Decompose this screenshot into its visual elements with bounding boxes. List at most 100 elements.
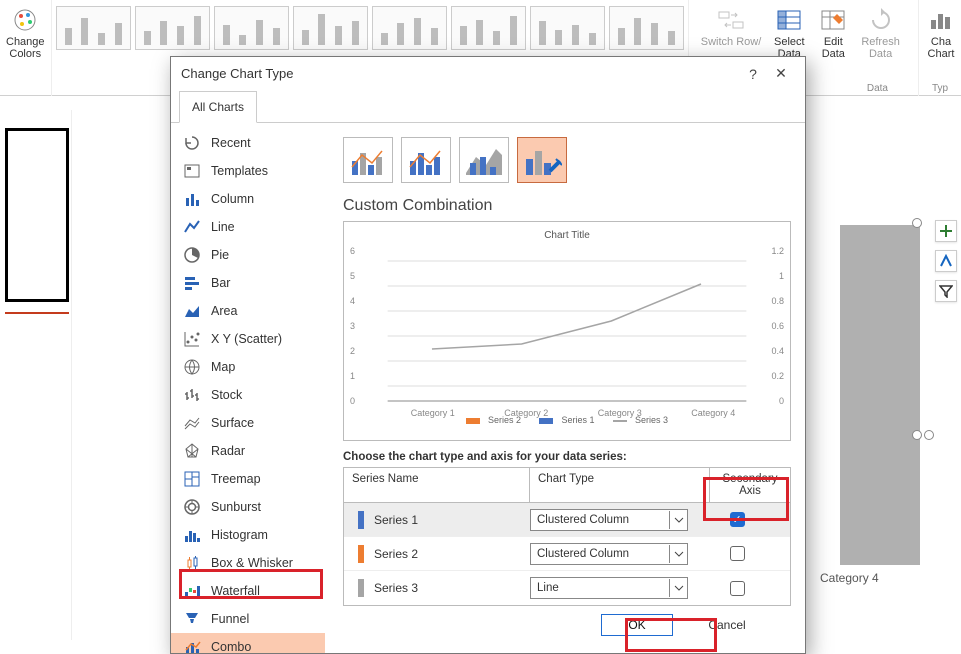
chart-style-thumb[interactable] — [214, 6, 289, 50]
category-pie[interactable]: Pie — [171, 241, 325, 269]
switch-icon — [715, 4, 747, 36]
category-label: Treemap — [211, 472, 261, 486]
category-waterfall[interactable]: Waterfall — [171, 577, 325, 605]
series-row[interactable]: Series 2Clustered Column — [344, 537, 790, 571]
category-treemap[interactable]: Treemap — [171, 465, 325, 493]
series-name: Series 2 — [374, 547, 530, 561]
chart-style-thumb[interactable] — [451, 6, 526, 50]
left-axis-tick: 6 — [350, 246, 355, 256]
series-chart-type-dropdown[interactable]: Clustered Column — [530, 543, 688, 565]
dialog-titlebar[interactable]: Change Chart Type ? ✕ — [171, 57, 805, 90]
select-data-button[interactable]: Select Data — [767, 0, 811, 64]
combo-subtype-2[interactable] — [401, 137, 451, 183]
category-radar[interactable]: Radar — [171, 437, 325, 465]
secondary-axis-checkbox[interactable] — [730, 546, 745, 561]
change-colors-button[interactable]: Change Colors — [0, 0, 51, 64]
close-button[interactable]: ✕ — [767, 65, 795, 82]
category-label: Histogram — [211, 528, 268, 542]
switch-row-column-button[interactable]: Switch Row/ — [695, 0, 768, 52]
combo-subtype-1[interactable] — [343, 137, 393, 183]
category-tick: Category 2 — [504, 408, 548, 418]
chart-filters-button[interactable] — [935, 280, 957, 302]
radar-icon — [183, 442, 201, 460]
series-instruction: Choose the chart type and axis for your … — [343, 451, 791, 463]
combo-subtype-custom[interactable] — [517, 137, 567, 183]
edit-data-button[interactable]: Edit Data — [811, 0, 855, 64]
tab-all-charts[interactable]: All Charts — [179, 91, 257, 123]
chart-style-thumb[interactable] — [530, 6, 605, 50]
edit-data-icon — [817, 4, 849, 36]
selection-handle[interactable] — [912, 218, 922, 228]
chart-style-gallery[interactable] — [52, 0, 688, 56]
category-combo[interactable]: Combo — [171, 633, 325, 653]
help-button[interactable]: ? — [739, 66, 767, 82]
category-recent[interactable]: Recent — [171, 129, 325, 157]
area-icon — [183, 302, 201, 320]
chart-type-icon — [925, 4, 957, 36]
ribbon-group-label: Typ — [919, 83, 961, 94]
combo-subtype-3[interactable] — [459, 137, 509, 183]
sunburst-icon — [183, 498, 201, 516]
selection-handle[interactable] — [924, 430, 934, 440]
chart-side-tools — [935, 220, 957, 302]
chart-style-thumb[interactable] — [135, 6, 210, 50]
category-label: Surface — [211, 416, 254, 430]
category-label: Stock — [211, 388, 242, 402]
series-color-swatch — [358, 579, 364, 597]
category-tick: Category 1 — [411, 408, 455, 418]
category-surface[interactable]: Surface — [171, 409, 325, 437]
ok-button[interactable]: OK — [601, 614, 673, 636]
category-sunburst[interactable]: Sunburst — [171, 493, 325, 521]
refresh-icon — [865, 4, 897, 36]
chart-style-thumb[interactable] — [56, 6, 131, 50]
dialog-title: Change Chart Type — [181, 66, 294, 81]
xy-icon — [183, 330, 201, 348]
left-axis-tick: 2 — [350, 346, 355, 356]
chart-preview: Chart Title 6543210 1.210.80.60.40.20 Ca… — [343, 221, 791, 441]
category-map[interactable]: Map — [171, 353, 325, 381]
histogram-icon — [183, 526, 201, 544]
map-icon — [183, 358, 201, 376]
category-funnel[interactable]: Funnel — [171, 605, 325, 633]
chart-elements-button[interactable] — [935, 220, 957, 242]
category-histogram[interactable]: Histogram — [171, 521, 325, 549]
chart-style-thumb[interactable] — [372, 6, 447, 50]
selection-handle[interactable] — [912, 430, 922, 440]
series-row[interactable]: Series 1Clustered Column✓ — [344, 503, 790, 537]
left-axis-tick: 3 — [350, 321, 355, 331]
chart-style-thumb[interactable] — [293, 6, 368, 50]
palette-icon — [9, 4, 41, 36]
secondary-axis-checkbox[interactable] — [730, 581, 745, 596]
category-area[interactable]: Area — [171, 297, 325, 325]
slide-thumbnail[interactable] — [5, 128, 69, 302]
change-chart-type-button[interactable]: Cha Chart — [919, 0, 961, 64]
left-axis-tick: 4 — [350, 296, 355, 306]
category-line[interactable]: Line — [171, 213, 325, 241]
pie-icon — [183, 246, 201, 264]
series-table: Series Name Chart Type Secondary Axis Se… — [343, 467, 791, 606]
category-label: Map — [211, 360, 235, 374]
bar-icon — [183, 274, 201, 292]
secondary-axis-checkbox[interactable]: ✓ — [730, 512, 745, 527]
slide-thumbnail-pane[interactable] — [2, 110, 72, 640]
series-chart-type-dropdown[interactable]: Line — [530, 577, 688, 599]
cancel-button[interactable]: Cancel — [691, 614, 763, 636]
chart-style-thumb[interactable] — [609, 6, 684, 50]
category-label: Box & Whisker — [211, 556, 293, 570]
category-boxwhisker[interactable]: Box & Whisker — [171, 549, 325, 577]
slide-separator — [5, 312, 69, 314]
series-chart-type-dropdown[interactable]: Clustered Column — [530, 509, 688, 531]
right-axis-tick: 0.2 — [771, 371, 784, 381]
category-templates[interactable]: Templates — [171, 157, 325, 185]
right-axis-tick: 0 — [779, 396, 784, 406]
select-data-icon — [773, 4, 805, 36]
recent-icon — [183, 134, 201, 152]
category-stock[interactable]: Stock — [171, 381, 325, 409]
category-xy[interactable]: X Y (Scatter) — [171, 325, 325, 353]
category-bar[interactable]: Bar — [171, 269, 325, 297]
category-label: Radar — [211, 444, 245, 458]
chart-styles-button[interactable] — [935, 250, 957, 272]
refresh-data-button[interactable]: Refresh Data — [855, 0, 906, 64]
series-row[interactable]: Series 3Line — [344, 571, 790, 605]
category-column[interactable]: Column — [171, 185, 325, 213]
